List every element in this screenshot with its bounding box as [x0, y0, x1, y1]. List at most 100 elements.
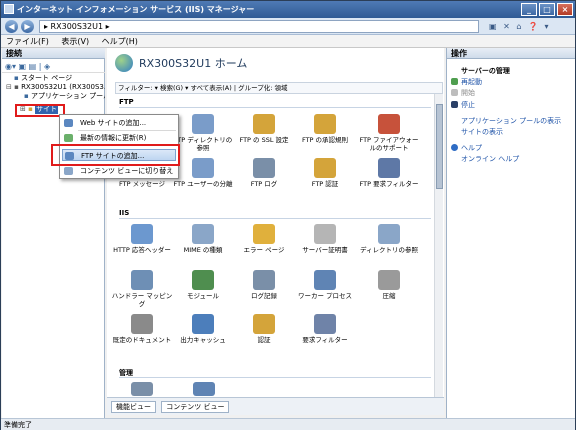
close-button[interactable]: × — [557, 3, 573, 16]
connections-header: 接続 — [2, 48, 105, 59]
stop-icon — [451, 101, 458, 108]
log-icon — [253, 158, 275, 178]
handler-icon — [131, 270, 153, 290]
menu-bar: ファイル(F) 表示(V) ヘルプ(H) — [1, 35, 575, 48]
request-filter-icon — [314, 314, 336, 334]
feature-logging[interactable]: ログ記録 — [232, 270, 296, 300]
management-icon[interactable] — [131, 382, 153, 396]
filter-bar[interactable]: フィルター: ▾ 検索(G) ▾ すべて表示(A) | グループ化: 領域 — [115, 82, 443, 94]
feature-handler-mappings[interactable]: ハンドラー マッピング — [110, 270, 174, 308]
headers-icon — [131, 224, 153, 244]
feature-http-headers[interactable]: HTTP 応答ヘッダー — [110, 224, 174, 254]
online-help-link[interactable]: オンライン ヘルプ — [451, 154, 519, 164]
feature-compression[interactable]: 圧縮 — [357, 270, 421, 300]
actions-header: 操作 — [447, 48, 575, 59]
cache-icon — [192, 314, 214, 334]
module-icon — [192, 270, 214, 290]
tab-features-view[interactable]: 機能ビュー — [111, 401, 156, 413]
tab-content-view[interactable]: コンテンツ ビュー — [161, 401, 230, 413]
user-isolation-icon — [192, 158, 214, 178]
feature-ftp-dir-browse[interactable]: FTP ディレクトリの参照 — [171, 114, 235, 152]
vertical-scrollbar[interactable] — [434, 94, 443, 406]
feature-worker-processes[interactable]: ワーカー プロセス — [293, 270, 357, 300]
mime-icon — [192, 224, 214, 244]
restart-link[interactable]: 再起動 — [451, 77, 482, 87]
warning-icon — [253, 224, 275, 244]
logging-icon — [253, 270, 275, 290]
connections-tree: ▪ スタート ページ ⊟ ▪ RX300S32U1 (RX300S3... ▪ … — [2, 74, 105, 101]
menu-view[interactable]: 表示(V) — [56, 35, 94, 48]
feature-ftp-request-filter[interactable]: FTP 要求フィルター — [357, 158, 421, 188]
feature-server-certificates[interactable]: サーバー証明書 — [293, 224, 357, 254]
menu-separator — [78, 130, 176, 131]
menu-switch-content-view[interactable]: コンテンツ ビューに切り替え — [62, 165, 176, 177]
start-icon — [451, 89, 458, 96]
feature-ftp-user-isolation[interactable]: FTP ユーザーの分離 — [171, 158, 235, 188]
feature-request-filtering[interactable]: 要求フィルター — [293, 314, 357, 344]
document-icon — [131, 314, 153, 334]
maximize-button[interactable]: □ — [539, 3, 555, 16]
feature-output-caching[interactable]: 出力キャッシュ — [171, 314, 235, 344]
iis-manager-window: インターネット インフォメーション サービス (IIS) マネージャー _ □ … — [0, 0, 576, 430]
status-bar: 準備完了 — [1, 418, 575, 430]
tree-item-server[interactable]: ⊟ ▪ RX300S32U1 (RX300S3... — [2, 83, 105, 92]
feature-ftp-authz[interactable]: FTP の承認規則 — [293, 114, 357, 144]
group-divider — [119, 377, 431, 378]
ftp-directory-icon — [192, 114, 214, 134]
restart-icon — [451, 78, 458, 85]
view-sites-link[interactable]: サイトの表示 — [451, 127, 503, 137]
server-globe-icon — [115, 54, 133, 72]
feature-ftp-ssl[interactable]: FTP の SSL 設定 — [232, 114, 296, 144]
features-view: RX300S32U1 ホーム フィルター: ▾ 検索(G) ▾ すべて表示(A)… — [107, 48, 444, 415]
authorization-icon — [314, 114, 336, 134]
home-header: RX300S32U1 ホーム — [107, 48, 444, 82]
group-ftp: FTP — [119, 98, 134, 106]
firewall-icon — [378, 114, 400, 134]
tree-item-start-page[interactable]: ▪ スタート ページ — [2, 74, 105, 83]
menu-refresh[interactable]: 最新の情報に更新(R) — [62, 132, 176, 144]
content-view-icon — [64, 167, 73, 175]
stop-link[interactable]: 停止 — [451, 100, 475, 110]
group-divider — [119, 107, 431, 108]
toolbar-icons[interactable]: ▣ ✕ ⌂ ❓ ▾ — [489, 19, 573, 34]
worker-icon — [314, 270, 336, 290]
scrollbar-thumb[interactable] — [436, 104, 443, 189]
feature-mime-types[interactable]: MIME の種類 — [171, 224, 235, 254]
web-site-icon — [64, 119, 73, 127]
feature-ftp-log[interactable]: FTP ログ — [232, 158, 296, 188]
page-title: RX300S32U1 ホーム — [139, 57, 248, 70]
feature-authentication[interactable]: 認証 — [232, 314, 296, 344]
feature-directory-browsing[interactable]: ディレクトリの参照 — [357, 224, 421, 254]
compression-icon — [378, 270, 400, 290]
view-app-pools-link[interactable]: アプリケーション プールの表示 — [451, 116, 561, 126]
group-divider — [119, 218, 431, 219]
connections-toolbar[interactable]: ◉▾ ▣ ▤ | ◈ — [2, 60, 105, 73]
menu-help[interactable]: ヘルプ(H) — [97, 35, 143, 48]
window-title: インターネット インフォメーション サービス (IIS) マネージャー — [17, 5, 255, 14]
help-link[interactable]: ヘルプ — [451, 143, 482, 153]
server-management-heading: サーバーの管理 — [461, 67, 510, 75]
start-link[interactable]: 開始 — [451, 88, 475, 98]
feature-error-pages[interactable]: エラー ページ — [232, 224, 296, 254]
feature-default-document[interactable]: 既定のドキュメント — [110, 314, 174, 344]
address-bar: ◀ ▶ ▸ RX300S32U1 ▸ ▣ ✕ ⌂ ❓ ▾ — [1, 18, 575, 35]
feature-ftp-auth[interactable]: FTP 認証 — [293, 158, 357, 188]
refresh-icon — [64, 134, 73, 142]
title-bar: インターネット インフォメーション サービス (IIS) マネージャー _ □ … — [1, 1, 575, 18]
sites-highlight-box — [15, 104, 65, 117]
management-icon[interactable] — [193, 382, 215, 396]
feature-ftp-firewall[interactable]: FTP ファイアウォールのサポート — [357, 114, 421, 152]
forward-icon[interactable]: ▶ — [21, 20, 34, 33]
menu-add-web-site[interactable]: Web サイトの追加... — [62, 117, 176, 129]
tree-item-app-pools[interactable]: ▪ アプリケーション プール — [2, 92, 105, 101]
help-icon — [451, 144, 458, 151]
lock-icon — [253, 114, 275, 134]
back-icon[interactable]: ◀ — [5, 20, 18, 33]
address-field[interactable]: ▸ RX300S32U1 ▸ — [39, 20, 479, 33]
menu-file[interactable]: ファイル(F) — [1, 35, 54, 48]
app-icon — [4, 4, 14, 14]
filter-icon — [378, 158, 400, 178]
view-tabs: 機能ビュー コンテンツ ビュー — [107, 397, 444, 415]
minimize-button[interactable]: _ — [521, 3, 537, 16]
feature-modules[interactable]: モジュール — [171, 270, 235, 300]
